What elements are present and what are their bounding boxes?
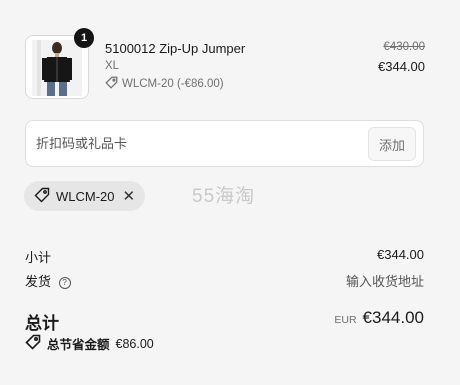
discount-code-field: 添加 bbox=[25, 120, 424, 167]
discount-tag-icon bbox=[25, 334, 41, 353]
savings-row: 总节省金额 €86.00 bbox=[25, 334, 154, 353]
product-price: €344.00 bbox=[378, 59, 425, 74]
tag-icon bbox=[105, 76, 118, 92]
product-thumbnail: 1 bbox=[25, 28, 94, 99]
total-label: 总计 bbox=[25, 314, 59, 333]
watermark: 55海淘 bbox=[192, 186, 256, 207]
savings-value: €86.00 bbox=[115, 336, 154, 351]
shipping-label-row: 发货 ? bbox=[25, 271, 71, 290]
shipping-value: 输入收货地址 bbox=[345, 274, 424, 289]
shipping-label: 发货 bbox=[25, 274, 52, 289]
subtotal-label: 小计 bbox=[25, 250, 52, 265]
apply-discount-button[interactable]: 添加 bbox=[368, 127, 416, 161]
total-amount: €344.00 bbox=[362, 308, 424, 327]
help-icon[interactable]: ? bbox=[58, 276, 71, 289]
discount-code-input[interactable] bbox=[27, 122, 367, 165]
original-price: €430.00 bbox=[383, 41, 425, 53]
subtotal-value: €344.00 bbox=[377, 247, 424, 262]
applied-discount-code: WLCM-20 bbox=[56, 188, 115, 204]
remove-discount-icon[interactable]: ✕ bbox=[123, 189, 136, 204]
product-discount: WLCM-20 (-€86.00) bbox=[105, 76, 224, 92]
savings-label: 总节省金额 bbox=[47, 338, 110, 352]
product-discount-label: WLCM-20 (-€86.00) bbox=[122, 78, 224, 90]
product-image bbox=[32, 40, 82, 96]
currency-code: EUR bbox=[334, 314, 357, 326]
product-title: 5100012 Zip-Up Jumper bbox=[105, 41, 246, 56]
tag-icon bbox=[34, 187, 50, 206]
total-value-group: EUR €344.00 bbox=[334, 308, 424, 328]
quantity-badge: 1 bbox=[74, 28, 94, 48]
product-variant: XL bbox=[105, 60, 120, 72]
applied-discount-chip: WLCM-20 ✕ bbox=[24, 181, 146, 211]
line-item: 1 5100012 Zip-Up Jumper XL WLCM-20 (-€86… bbox=[25, 28, 425, 99]
